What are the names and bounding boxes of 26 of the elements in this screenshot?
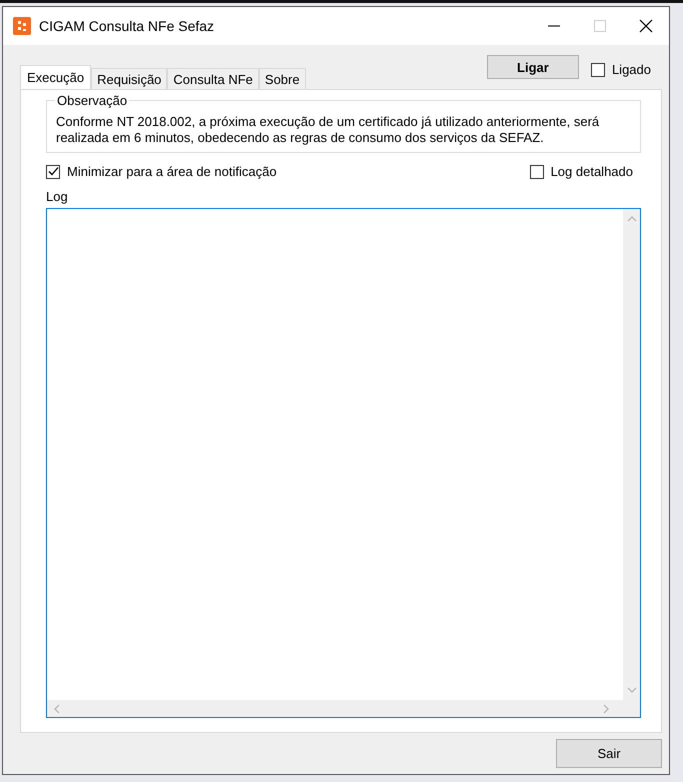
connect-button[interactable]: Ligar — [486, 55, 579, 79]
group-title: Observação — [55, 93, 130, 108]
checkbox-label: Log detalhado — [550, 164, 633, 179]
close-icon[interactable] — [639, 19, 653, 33]
scroll-up-icon[interactable] — [626, 215, 636, 223]
log-textarea[interactable] — [46, 208, 641, 718]
scroll-down-icon[interactable] — [626, 686, 636, 694]
app-logo-icon — [13, 17, 31, 35]
tab[interactable]: Consulta NFe — [167, 68, 259, 89]
tab[interactable]: Sobre — [258, 68, 306, 89]
scroll-right-icon[interactable] — [602, 704, 610, 714]
window-title: CIGAM Consulta NFe Sefaz — [39, 18, 214, 34]
checkbox-label: Minimizar para a área de notificação — [67, 164, 277, 179]
log-label: Log — [46, 189, 69, 204]
observation-text: Conforme NT 2018.002, a próxima execução de um certificado já utilizado anteriormente, será realizada em 6 minutos, obedecendo as regras de consumo dos serviços da SEFAZ. — [56, 114, 600, 146]
scroll-left-icon[interactable] — [53, 704, 61, 714]
tab[interactable]: Requisição — [91, 68, 168, 89]
horizontal-scrollbar[interactable] — [47, 700, 640, 717]
checkbox[interactable] — [530, 164, 544, 178]
exit-button[interactable]: Sair — [556, 739, 662, 768]
tab[interactable]: Execução — [20, 65, 92, 89]
checkbox[interactable] — [46, 164, 60, 178]
checkbox-label: Ligado — [612, 62, 651, 77]
maximize-icon[interactable] — [593, 19, 607, 33]
vertical-scrollbar[interactable] — [623, 209, 640, 700]
checkbox[interactable] — [590, 62, 605, 76]
